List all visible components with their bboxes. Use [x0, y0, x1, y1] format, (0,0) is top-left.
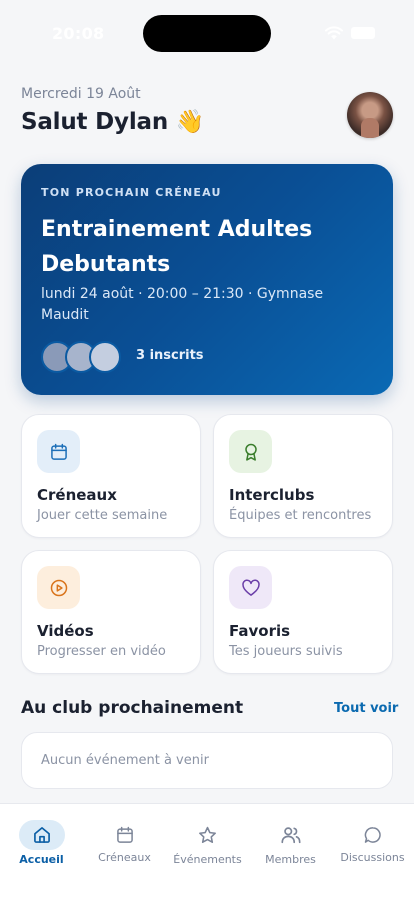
tile-videos[interactable]: Vidéos Progresser en vidéo — [21, 550, 201, 674]
tab-label: Créneaux — [98, 851, 151, 864]
tile-subtitle: Tes joueurs suivis — [229, 644, 343, 659]
registered-avatars — [41, 341, 131, 373]
tile-subtitle: Jouer cette semaine — [37, 508, 168, 523]
calendar-icon — [116, 826, 133, 843]
profile-avatar[interactable] — [347, 92, 393, 138]
tab-icon-wrap — [268, 820, 314, 850]
tile-subtitle: Équipes et rencontres — [229, 508, 372, 523]
tile-title: Créneaux — [37, 486, 117, 504]
tile-title: Vidéos — [37, 622, 94, 640]
header-date: Mercredi 19 Août — [21, 86, 141, 102]
tile-interclubs[interactable]: Interclubs Équipes et rencontres — [213, 414, 393, 538]
header-greeting: Salut Dylan 👋 — [21, 109, 205, 135]
tile-icon-bg — [37, 430, 80, 473]
tab-icon-wrap — [102, 820, 148, 850]
see-all-link[interactable]: Tout voir — [334, 701, 398, 716]
tab-membres[interactable]: Membres — [249, 818, 332, 878]
play-circle-icon — [50, 579, 67, 596]
tile-favoris[interactable]: Favoris Tes joueurs suivis — [213, 550, 393, 674]
participant-avatar — [89, 341, 121, 373]
heart-icon — [241, 579, 260, 596]
tile-icon-bg — [229, 566, 272, 609]
dynamic-island — [143, 15, 271, 52]
tab-label: Discussions — [340, 851, 405, 864]
tile-title: Interclubs — [229, 486, 315, 504]
battery-icon — [351, 27, 375, 39]
status-time: 20:08 — [52, 24, 105, 43]
chat-icon — [364, 827, 381, 843]
tab-label: Membres — [265, 853, 316, 866]
tab-bar: Accueil Créneaux Événements Membres Disc… — [0, 803, 414, 900]
upcoming-empty-card: Aucun événement à venir — [21, 732, 393, 789]
registered-count: 3 inscrits — [136, 348, 204, 363]
tab-active-pill — [18, 820, 65, 850]
calendar-icon — [50, 443, 67, 460]
tile-title: Favoris — [229, 622, 291, 640]
tab-icon-wrap — [185, 820, 231, 850]
users-icon — [280, 827, 301, 844]
tile-subtitle: Progresser en vidéo — [37, 644, 166, 659]
home-icon — [33, 827, 50, 843]
tile-icon-bg — [37, 566, 80, 609]
next-slot-card[interactable]: TON PROCHAIN CRÉNEAU Entrainement Adulte… — [21, 164, 393, 395]
tab-discussions[interactable]: Discussions — [331, 818, 414, 878]
tab-evenements[interactable]: Événements — [166, 818, 249, 878]
upcoming-title: Au club prochainement — [21, 698, 244, 718]
next-slot-kicker: TON PROCHAIN CRÉNEAU — [41, 186, 222, 199]
award-icon — [244, 443, 257, 461]
tab-label: Accueil — [19, 853, 64, 866]
upcoming-empty-text: Aucun événement à venir — [41, 753, 209, 768]
tile-creneaux[interactable]: Créneaux Jouer cette semaine — [21, 414, 201, 538]
tab-label: Événements — [173, 853, 242, 866]
status-bar: 20:08 — [0, 0, 414, 62]
tab-accueil[interactable]: Accueil — [0, 818, 83, 878]
tile-icon-bg — [229, 430, 272, 473]
tab-icon-wrap — [350, 820, 396, 850]
next-slot-details: lundi 24 août · 20:00 – 21:30 · Gymnase … — [41, 286, 324, 323]
wifi-icon — [325, 26, 343, 40]
star-icon — [199, 826, 216, 843]
next-slot-title: Entrainement Adultes Debutants — [41, 217, 313, 277]
tab-creneaux[interactable]: Créneaux — [83, 818, 166, 878]
